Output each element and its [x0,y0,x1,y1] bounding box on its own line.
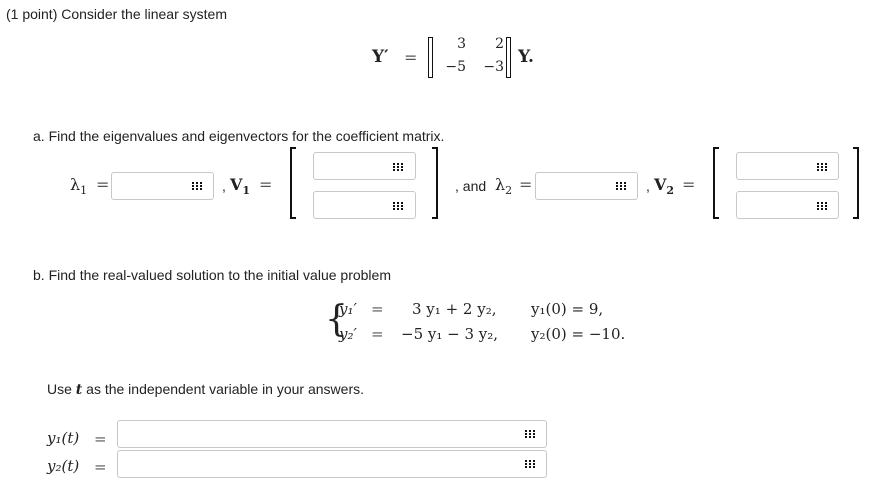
ode-eq2-rhs: −5 y₁ − 3 y₂, [401,325,499,343]
v2-right-bracket [853,147,859,219]
and-text: , and [455,178,487,194]
grid-icon[interactable] [815,162,827,172]
lambda1-equals: = [96,175,110,194]
part-a-prompt: a. Find the eigenvalues and eigenvectors… [33,128,445,144]
y2-equals: = [94,458,107,476]
comma-separator: , [646,178,650,194]
ode-eq1-equals: = [371,300,384,318]
system-matrix-right-bracket [506,37,511,78]
matrix-cell-2-1: −5 [445,59,466,75]
grid-icon[interactable] [614,181,626,191]
system-rhs: Y. [518,47,534,67]
instruction-text: Use t as the independent variable in you… [47,381,364,398]
y1-label: y₁(t) [47,429,80,447]
v2-left-bracket [713,147,719,219]
comma-separator: , [222,178,226,194]
v1-label: V1 [230,175,251,198]
matrix-cell-1-1: 3 [457,36,466,52]
problem-intro: (1 point) Consider the linear system [6,6,227,22]
lambda1-label: λ1 [70,175,88,198]
lambda2-label: λ2 [495,175,513,198]
system-matrix-left-bracket [428,37,433,78]
grid-icon[interactable] [523,459,535,469]
y2-label: y₂(t) [47,457,80,475]
grid-icon[interactable] [391,162,403,172]
v2-label: V2 [654,175,675,198]
grid-icon[interactable] [815,201,827,211]
ode-eq1-lhs: y₁′ [339,300,357,318]
y1-answer-input[interactable] [117,420,547,448]
ode-eq2-equals: = [371,325,384,343]
matrix-cell-2-2: −3 [483,59,504,75]
y2-answer-input[interactable] [117,450,547,478]
y1-equals: = [94,430,107,448]
grid-icon[interactable] [190,181,202,191]
system-lhs: Y′ [372,47,389,67]
system-equals: = [404,48,418,67]
ode-eq1-rhs: 3 y₁ + 2 y₂, [412,300,497,318]
lambda2-equals: = [519,175,533,194]
v1-right-bracket [432,147,438,219]
v1-left-bracket [290,147,296,219]
initial-condition-2: y₂(0) = −10. [531,325,626,343]
v1-equals: = [259,175,273,194]
initial-condition-1: y₁(0) = 9, [531,300,604,318]
v2-equals: = [682,175,696,194]
grid-icon[interactable] [523,429,535,439]
matrix-cell-1-2: 2 [495,36,504,52]
grid-icon[interactable] [391,201,403,211]
ode-eq2-lhs: y₂′ [339,325,357,343]
part-b-prompt: b. Find the real-valued solution to the … [33,267,391,283]
